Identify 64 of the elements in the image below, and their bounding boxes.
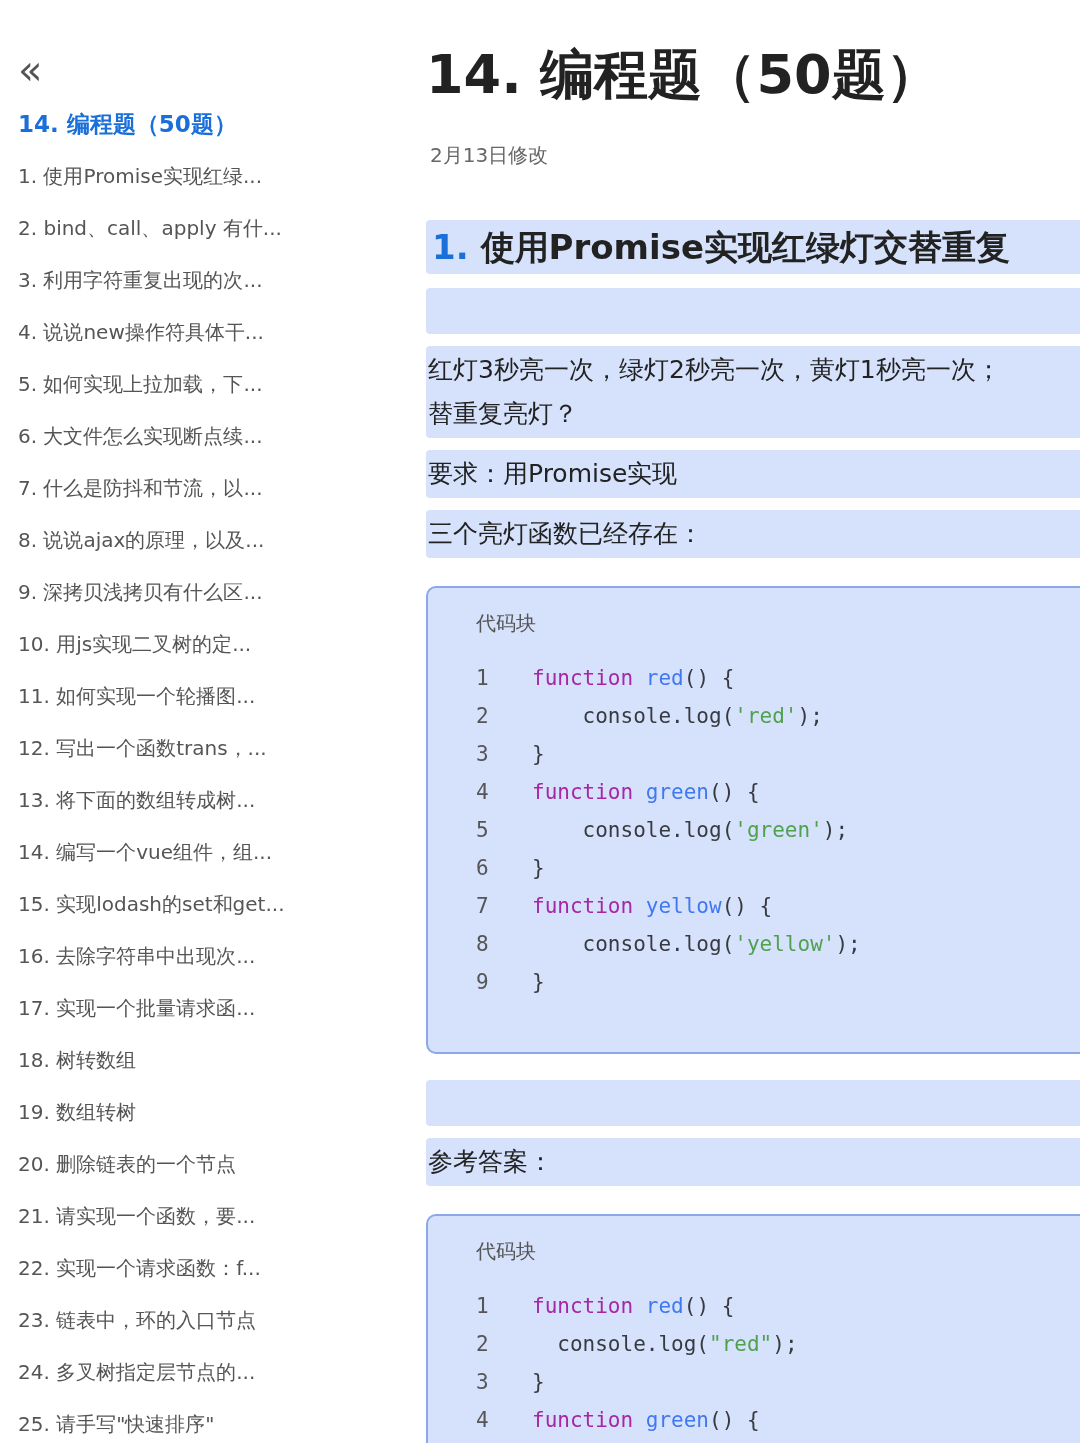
line-number: 1	[476, 1293, 490, 1321]
line-number: 8	[476, 931, 490, 959]
outline-item[interactable]: 7. 什么是防抖和节流，以...	[18, 462, 420, 514]
code-line: console.log('green');	[581, 817, 849, 845]
outline-item[interactable]: 16. 去除字符串中出现次...	[18, 930, 420, 982]
line-number: 6	[476, 855, 490, 883]
outline-item[interactable]: 10. 用js实现二叉树的定...	[18, 618, 420, 670]
outline-item[interactable]: 22. 实现一个请求函数：f...	[18, 1242, 420, 1294]
paragraph-line: 三个亮灯函数已经存在：	[428, 518, 704, 550]
code-line: }	[532, 1369, 545, 1397]
paragraph-line: 红灯3秒亮一次，绿灯2秒亮一次，黄灯1秒亮一次；	[428, 354, 1002, 386]
code-line: function yellow() {	[532, 893, 773, 921]
outline-item[interactable]: 5. 如何实现上拉加载，下...	[18, 358, 420, 410]
code-line: console.log('red');	[581, 703, 823, 731]
outline-title[interactable]: 14. 编程题（50题）	[18, 98, 420, 150]
outline-item[interactable]: 17. 实现一个批量请求函...	[18, 982, 420, 1034]
heading-text: 使用Promise实现红绿灯交替重复	[480, 225, 1010, 269]
line-number: 1	[476, 665, 490, 693]
code-block-label: 代码块	[476, 1238, 537, 1265]
outline-item[interactable]: 12. 写出一个函数trans，...	[18, 722, 420, 774]
outline-item[interactable]: 18. 树转数组	[18, 1034, 420, 1086]
outline-item[interactable]: 20. 删除链表的一个节点	[18, 1138, 420, 1190]
outline-item[interactable]: 23. 链表中，环的入口节点	[18, 1294, 420, 1346]
code-line: function green() {	[532, 779, 760, 807]
paragraph-line: 替重复亮灯？	[428, 398, 579, 430]
outline-item[interactable]: 11. 如何实现一个轮播图...	[18, 670, 420, 722]
outline-item[interactable]: 21. 请实现一个函数，要...	[18, 1190, 420, 1242]
code-line: function red() {	[532, 665, 735, 693]
document-title: 14. 编程题（50题）	[426, 42, 941, 108]
outline-item[interactable]: 25. 请手写"快速排序"	[18, 1398, 420, 1443]
line-number: 3	[476, 741, 490, 769]
line-number: 3	[476, 1369, 490, 1397]
line-number: 2	[476, 1331, 490, 1359]
heading-number: 1.	[432, 225, 469, 269]
code-line: console.log("red");	[556, 1331, 798, 1359]
paragraph-line: 参考答案：	[428, 1146, 554, 1178]
outline-item[interactable]: 3. 利用字符重复出现的次...	[18, 254, 420, 306]
line-number: 4	[476, 1407, 490, 1435]
line-number: 7	[476, 893, 490, 921]
line-number: 4	[476, 779, 490, 807]
code-line: }	[532, 969, 545, 997]
outline-item[interactable]: 4. 说说new操作符具体干...	[18, 306, 420, 358]
outline-item[interactable]: 13. 将下面的数组转成树...	[18, 774, 420, 826]
outline-item[interactable]: 2. bind、call、apply 有什...	[18, 202, 420, 254]
outline-item[interactable]: 14. 编写一个vue组件，组...	[18, 826, 420, 878]
outline-item[interactable]: 9. 深拷贝浅拷贝有什么区...	[18, 566, 420, 618]
code-line: console.log('yellow');	[581, 931, 861, 959]
outline-item[interactable]: 1. 使用Promise实现红绿...	[18, 150, 420, 202]
code-line: }	[532, 855, 545, 883]
outline-item[interactable]: 6. 大文件怎么实现断点续...	[18, 410, 420, 462]
collapse-button[interactable]: «	[18, 52, 43, 88]
outline-item[interactable]: 15. 实现lodash的set和get...	[18, 878, 420, 930]
code-line: }	[532, 741, 545, 769]
code-line: function green() {	[532, 1407, 760, 1435]
outline-item[interactable]: 19. 数组转树	[18, 1086, 420, 1138]
code-line: function red() {	[532, 1293, 735, 1321]
modified-date: 2月13日修改	[430, 142, 550, 169]
line-number: 9	[476, 969, 490, 997]
line-number: 2	[476, 703, 490, 731]
line-number: 5	[476, 817, 490, 845]
outline-item[interactable]: 8. 说说ajax的原理，以及...	[18, 514, 420, 566]
outline-item[interactable]: 24. 多叉树指定层节点的...	[18, 1346, 420, 1398]
paragraph-line: 要求：用Promise实现	[428, 458, 679, 490]
code-block-label: 代码块	[476, 610, 537, 637]
